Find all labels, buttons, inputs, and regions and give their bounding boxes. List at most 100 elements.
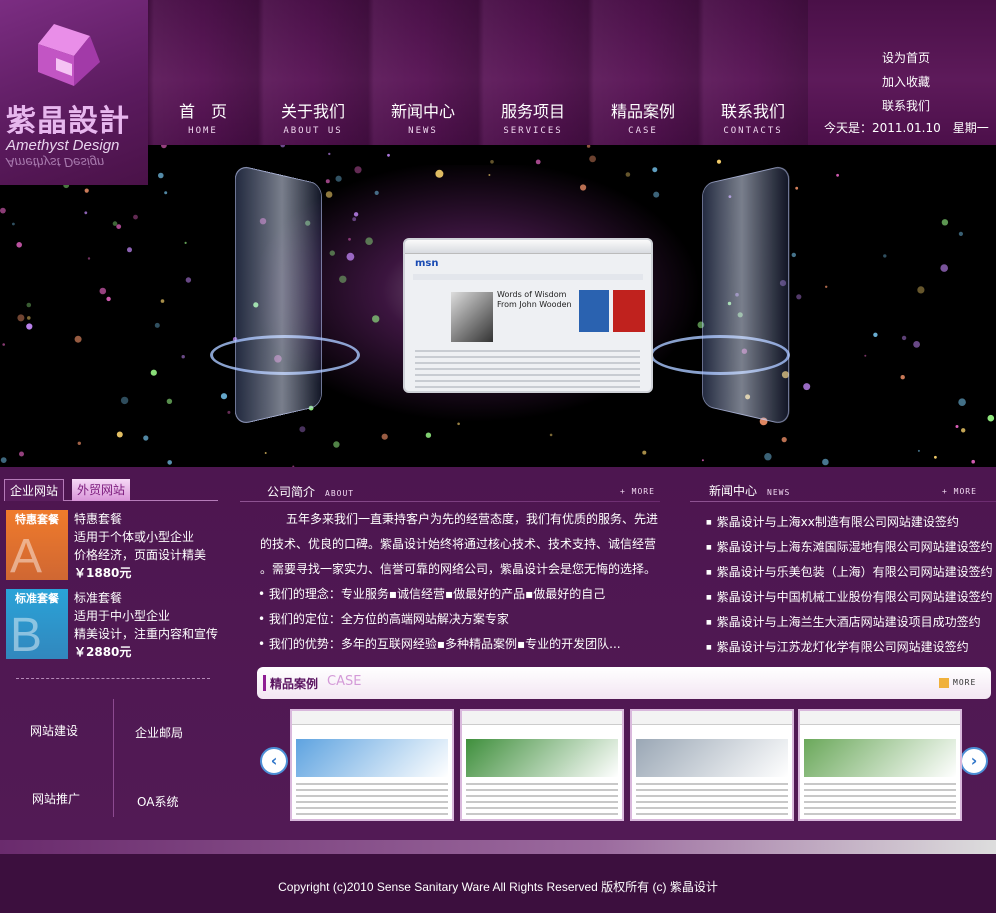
sparkle-dot	[77, 441, 82, 445]
news-item[interactable]: 紫晶设计与上海xx制造有限公司网站建设签约	[706, 510, 996, 535]
nav-about[interactable]: 关于我们 ABOUT US	[258, 0, 368, 145]
case-thumb-2[interactable]	[460, 709, 624, 821]
sparkle-dot	[940, 264, 948, 272]
add-favorite-link[interactable]: 加入收藏	[882, 70, 930, 94]
sparkle-dot	[374, 190, 379, 195]
services-divider	[113, 699, 114, 817]
sparkle-dot	[764, 453, 772, 461]
sparkle-dot	[652, 167, 658, 173]
sparkle-dot	[339, 275, 347, 283]
logo[interactable]: 紫晶設計 Amethyst Design Amethyst Design	[0, 0, 148, 185]
news-item[interactable]: 紫晶设计与上海东滩国际湿地有限公司网站建设签约	[706, 535, 996, 560]
nav-case[interactable]: 精品案例 CASE	[588, 0, 698, 145]
nav-home-sublabel: HOME	[188, 126, 218, 136]
sparkle-dot	[625, 172, 631, 177]
sparkle-dot	[987, 414, 995, 422]
package-b[interactable]: 标准套餐 B 标准套餐 适用于中小型企业 精美设计，注重内容和宣传 ￥2880元	[6, 589, 218, 662]
about-point-3: • 我们的优势：多年的互联网经验▪多种精品案例▪专业的开发团队...	[258, 637, 621, 651]
about-para-line-1: 五年多来我们一直秉持客户为先的经营态度，我们有优质的服务、先进	[286, 512, 659, 526]
contact-link[interactable]: 联系我们	[882, 94, 930, 118]
brand-name-reflection: Amethyst Design	[6, 155, 105, 170]
service-oa-system[interactable]: OA系统	[137, 793, 178, 810]
nav-contacts-sublabel: CONTACTS	[723, 126, 783, 136]
nav-services[interactable]: 服务项目 SERVICES	[478, 0, 588, 145]
cases-title-en: CASE	[327, 674, 362, 689]
sparkle-dot	[150, 369, 157, 376]
sparkle-dot	[348, 237, 351, 241]
sparkle-dot	[329, 250, 335, 256]
cases-next-button[interactable]: ›	[960, 747, 988, 775]
nav-about-label: 关于我们	[280, 102, 345, 121]
browser-toolbar	[405, 240, 651, 254]
sparkle-dot	[19, 451, 24, 457]
case-thumb-hero	[296, 739, 448, 777]
cases-prev-button[interactable]: ‹	[260, 747, 288, 775]
about-point-1-text: 我们的理念：专业服务▪诚信经营▪做最好的产品▪做最好的自己	[268, 587, 606, 601]
sparkle-dot	[803, 383, 811, 391]
sparkle-dot	[883, 254, 887, 258]
sparkle-dot	[12, 222, 15, 226]
sparkle-dot	[836, 173, 839, 177]
case-thumb-rows	[296, 783, 448, 817]
case-thumb-toolbar	[632, 711, 792, 725]
nav-news[interactable]: 新闻中心 NEWS	[368, 0, 478, 145]
sparkle-dot	[958, 231, 964, 236]
sparkle-dot	[116, 431, 123, 438]
sparkle-dot	[490, 160, 494, 164]
sparkle-dot	[457, 422, 460, 426]
news-item[interactable]: 紫晶设计与上海兰生大酒店网站建设项目成功签约	[706, 610, 996, 635]
about-more-link[interactable]: + MORE	[620, 487, 655, 496]
sparkle-dot	[26, 302, 32, 308]
tab-foreign-trade-site[interactable]: 外贸网站	[72, 479, 131, 501]
news-title-en: NEWS	[767, 488, 791, 497]
set-home-link[interactable]: 设为首页	[882, 46, 930, 70]
sparkle-dot	[84, 211, 88, 215]
news-item[interactable]: 紫晶设计与江苏龙灯化学有限公司网站建设签约	[706, 635, 996, 660]
case-thumb-1[interactable]	[290, 709, 454, 821]
case-thumb-hero	[636, 739, 788, 777]
sparkle-dot	[900, 375, 905, 380]
browser-tabs	[413, 274, 643, 280]
about-header: 公司简介 ABOUT	[267, 483, 354, 503]
news-more-link[interactable]: + MORE	[942, 487, 977, 496]
browser-site-logo: msn	[415, 258, 439, 269]
sparkle-dot	[971, 459, 975, 464]
sparkle-dot	[796, 294, 802, 300]
sparkle-dot	[17, 314, 25, 322]
nav-about-sublabel: ABOUT US	[283, 126, 343, 136]
sparkle-dot	[299, 426, 306, 433]
about-point-1: • 我们的理念：专业服务▪诚信经营▪做最好的产品▪做最好的自己	[258, 587, 606, 601]
service-promotion[interactable]: 网站推广	[32, 790, 80, 807]
main-nav: 首 页 HOME 关于我们 ABOUT US 新闻中心 NEWS 服务项目 SE…	[148, 0, 808, 145]
sparkle-dot	[549, 433, 553, 437]
browser-ad-blue	[579, 290, 609, 332]
sparkle-dot	[164, 191, 168, 195]
sparkle-dot	[425, 432, 432, 438]
sparkle-dot	[864, 354, 867, 357]
news-item[interactable]: 紫晶设计与中国机械工业股份有限公司网站建设签约	[706, 585, 996, 610]
cases-more-link[interactable]: MORE	[953, 678, 976, 687]
news-item[interactable]: 紫晶设计与乐美包装（上海）有限公司网站建设签约	[706, 560, 996, 585]
sparkle-dot	[372, 315, 380, 323]
hero-banner: msn Words of Wisdom From John Wooden	[0, 145, 996, 467]
about-content: 五年多来我们一直秉持客户为先的经营态度，我们有优质的服务、先进 的技术、优良的口…	[258, 507, 662, 657]
service-enterprise-mail[interactable]: 企业邮局	[135, 724, 183, 741]
nav-home[interactable]: 首 页 HOME	[148, 0, 258, 145]
service-website-building[interactable]: 网站建设	[30, 722, 78, 739]
case-thumb-3[interactable]	[630, 709, 794, 821]
case-thumb-4[interactable]	[798, 709, 962, 821]
sparkle-dot	[16, 242, 23, 248]
sparkle-dot	[99, 287, 107, 295]
nav-contacts[interactable]: 联系我们 CONTACTS	[698, 0, 808, 145]
sparkle-dot	[227, 410, 231, 414]
tab-enterprise-site[interactable]: 企业网站	[4, 479, 65, 501]
package-a[interactable]: 特惠套餐 A 特惠套餐 适用于个体或小型企业 价格经济，页面设计精美 ￥1880…	[6, 510, 216, 583]
sparkle-dot	[184, 241, 187, 244]
plus-icon[interactable]	[939, 678, 949, 688]
sparkle-dot	[181, 355, 185, 359]
case-thumb-toolbar	[462, 711, 622, 725]
sparkle-dot	[333, 441, 340, 448]
sparkle-dot	[346, 252, 355, 261]
about-title: 公司简介	[267, 485, 316, 499]
sparkle-dot	[653, 191, 660, 198]
